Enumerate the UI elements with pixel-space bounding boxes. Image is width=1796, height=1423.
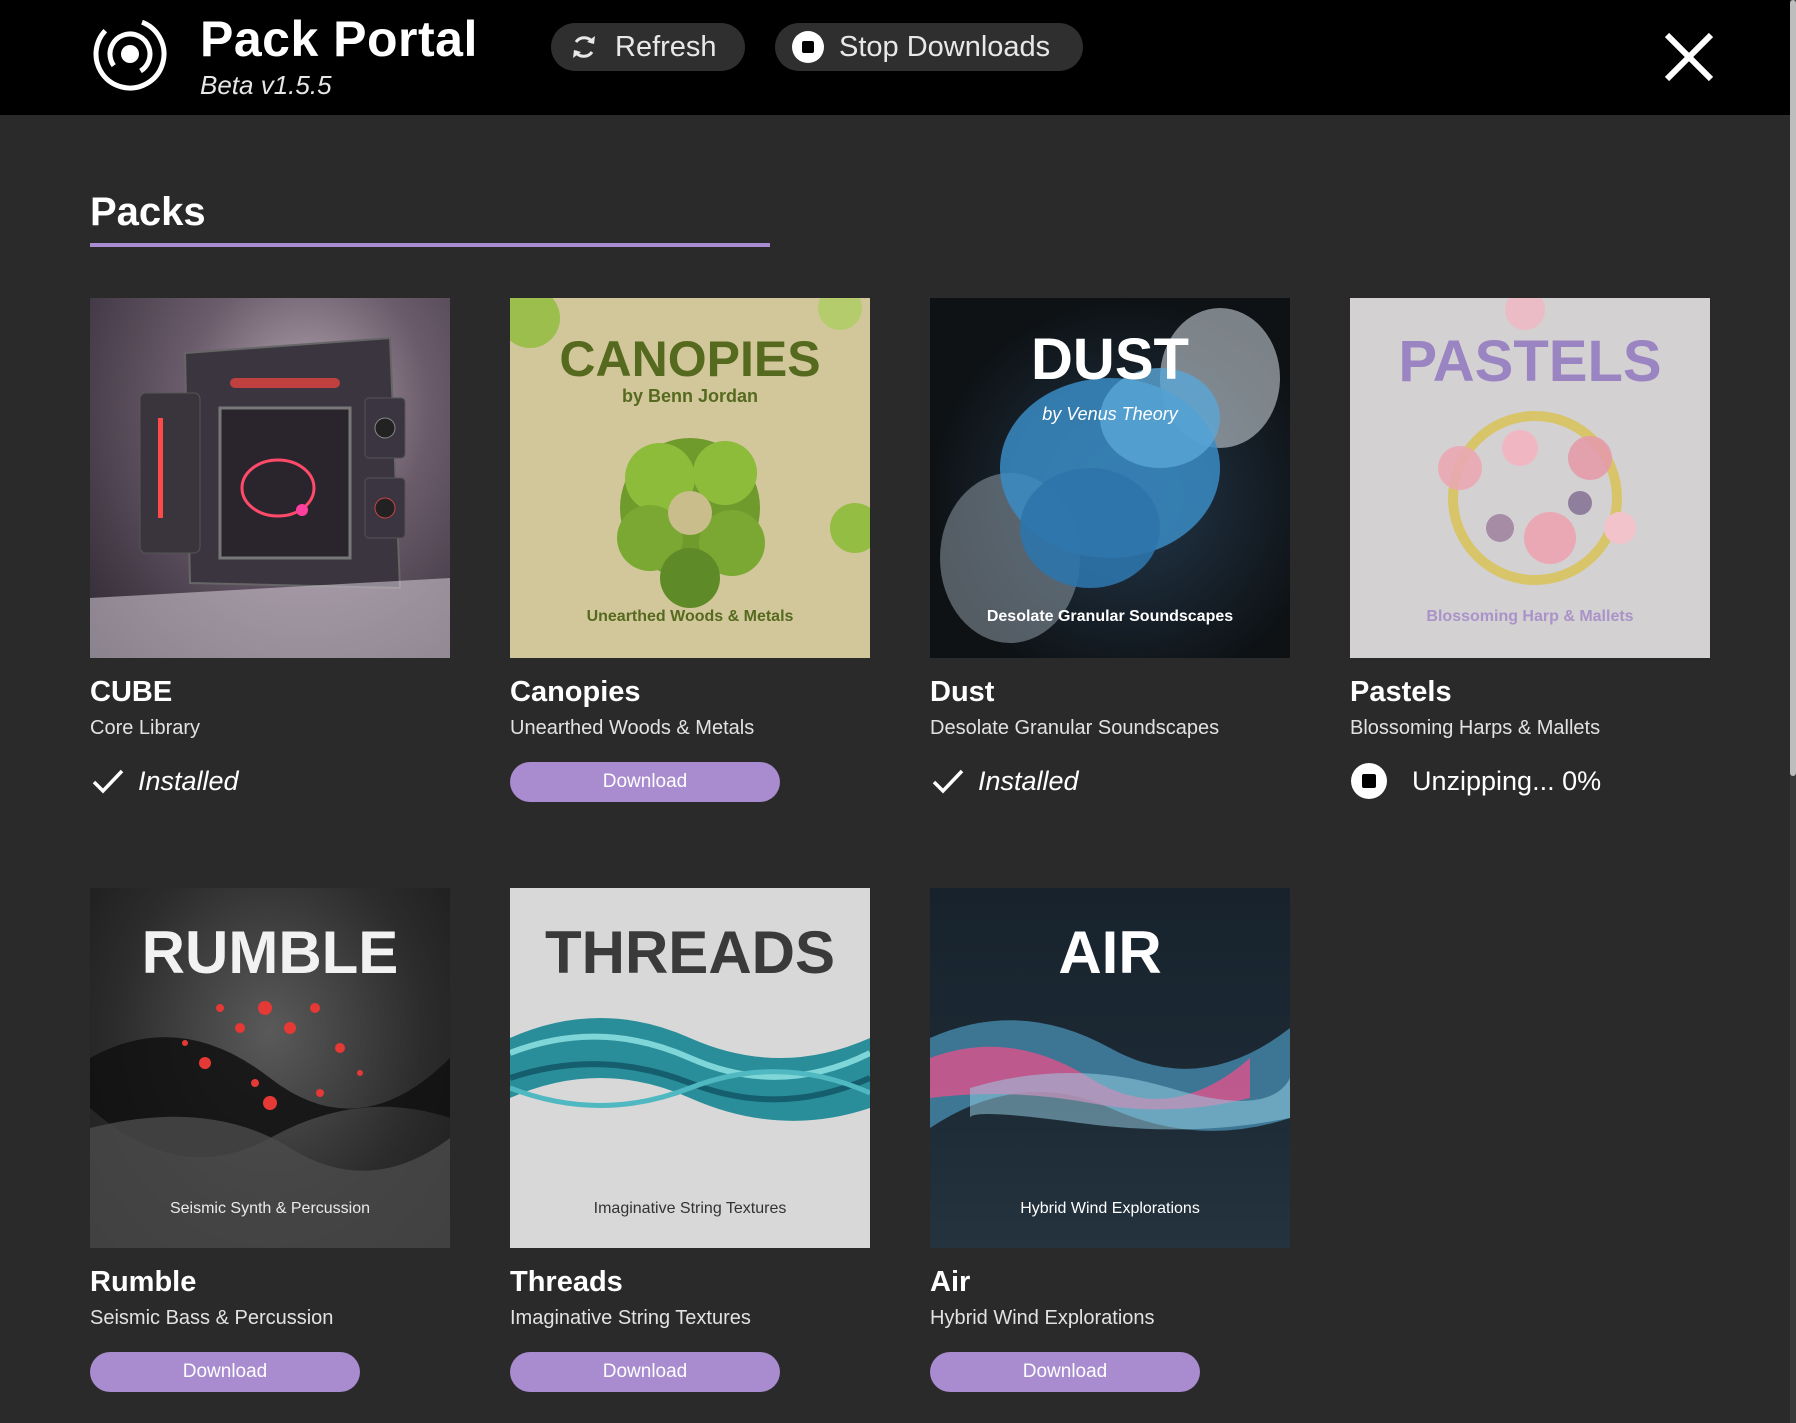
- pack-name: Rumble: [90, 1266, 197, 1298]
- pack-name: Air: [930, 1266, 971, 1298]
- pack-cover-threads[interactable]: THREADS Imaginative String Textures: [510, 888, 870, 1248]
- cover-title: PASTELS: [1398, 329, 1662, 394]
- install-status: Installed: [90, 760, 450, 802]
- cover-subtitle: Desolate Granular Soundscapes: [986, 608, 1234, 625]
- refresh-button[interactable]: Refresh: [551, 23, 745, 71]
- pack-name: Pastels: [1350, 676, 1452, 708]
- cover-subtitle: Imaginative String Textures: [593, 1200, 787, 1217]
- pack-description: Core Library: [90, 717, 201, 739]
- stop-icon[interactable]: [1350, 762, 1388, 800]
- install-status-label: Installed: [978, 765, 1079, 796]
- pack-name: Dust: [930, 676, 995, 708]
- cover-byline: by Benn Jordan: [621, 386, 759, 406]
- pack-card-cube: CUBE Core Library Installed: [90, 298, 450, 802]
- pack-description: Seismic Bass & Percussion: [90, 1307, 334, 1329]
- stop-icon: [791, 30, 825, 64]
- cover-subtitle: Hybrid Wind Explorations: [1020, 1200, 1200, 1217]
- cube-artwork: [90, 336, 450, 658]
- cover-subtitle: Seismic Synth & Percussion: [169, 1200, 371, 1217]
- pack-description: Blossoming Harps & Mallets: [1350, 717, 1601, 739]
- pack-card-dust: DUST by Venus Theory Desolate Granular S…: [930, 298, 1290, 802]
- close-icon[interactable]: [1662, 30, 1716, 84]
- unzip-status: Unzipping... 0%: [1350, 760, 1710, 802]
- pack-card-canopies: CANOPIES by Benn Jordan Unearthed Woods …: [510, 298, 870, 802]
- pack-cover-pastels[interactable]: PASTELS Blossoming Harp & Mallets: [1350, 298, 1710, 658]
- cover-title: DUST: [1031, 327, 1189, 392]
- cover-subtitle: Blossoming Harp & Mallets: [1426, 608, 1634, 625]
- section-title: Packs: [90, 190, 206, 234]
- pack-name: CUBE: [90, 676, 173, 708]
- cover-title: RUMBLE: [141, 919, 399, 986]
- unzip-status-label: Unzipping... 0%: [1412, 765, 1602, 796]
- cover-title: THREADS: [544, 919, 835, 986]
- pack-description: Hybrid Wind Explorations: [930, 1307, 1155, 1329]
- checkmark-icon: [92, 769, 124, 794]
- scrollbar-thumb[interactable]: [1790, 0, 1796, 776]
- pack-cover-air[interactable]: AIR Hybrid Wind Explorations: [930, 888, 1290, 1248]
- app-version: Beta v1.5.5: [200, 70, 332, 100]
- pack-card-rumble: RUMBLE Seismic Synth & Percussion Rumble…: [90, 888, 450, 1392]
- cover-byline: by Venus Theory: [1042, 404, 1178, 424]
- cover-title: CANOPIES: [559, 331, 821, 387]
- cover-subtitle: Unearthed Woods & Metals: [586, 608, 794, 625]
- refresh-label: Refresh: [615, 30, 717, 63]
- app-title: Pack Portal: [200, 11, 478, 67]
- pack-name: Canopies: [510, 676, 641, 708]
- pack-cover-cube[interactable]: [90, 298, 450, 658]
- pack-description: Imaginative String Textures: [510, 1307, 751, 1329]
- pack-card-air: AIR Hybrid Wind Explorations Air Hybrid …: [930, 888, 1290, 1392]
- download-button[interactable]: Download: [930, 1352, 1200, 1392]
- pack-description: Unearthed Woods & Metals: [510, 717, 755, 739]
- pack-name: Threads: [510, 1266, 623, 1298]
- checkmark-icon: [932, 769, 964, 794]
- download-button[interactable]: Download: [90, 1352, 360, 1392]
- pack-cover-canopies[interactable]: CANOPIES by Benn Jordan Unearthed Woods …: [510, 298, 870, 658]
- refresh-icon: [567, 30, 601, 64]
- pack-cover-dust[interactable]: DUST by Venus Theory Desolate Granular S…: [930, 298, 1290, 658]
- pack-card-threads: THREADS Imaginative String Textures Thre…: [510, 888, 870, 1392]
- pack-card-pastels: PASTELS Blossoming Harp & Mallets Pastel…: [1350, 298, 1710, 802]
- install-status: Installed: [930, 760, 1290, 802]
- cover-title: AIR: [1058, 919, 1162, 986]
- install-status-label: Installed: [138, 765, 239, 796]
- pack-description: Desolate Granular Soundscapes: [930, 717, 1220, 739]
- section-underline: [90, 243, 770, 247]
- download-button[interactable]: Download: [510, 762, 780, 802]
- app-header: Pack Portal Beta v1.5.5 Refresh Stop Dow…: [0, 0, 1790, 115]
- stop-downloads-label: Stop Downloads: [839, 30, 1051, 63]
- download-button[interactable]: Download: [510, 1352, 780, 1392]
- stop-downloads-button[interactable]: Stop Downloads: [775, 23, 1083, 71]
- portal-logo-icon: [93, 17, 167, 91]
- pack-cover-rumble[interactable]: RUMBLE Seismic Synth & Percussion: [90, 888, 450, 1248]
